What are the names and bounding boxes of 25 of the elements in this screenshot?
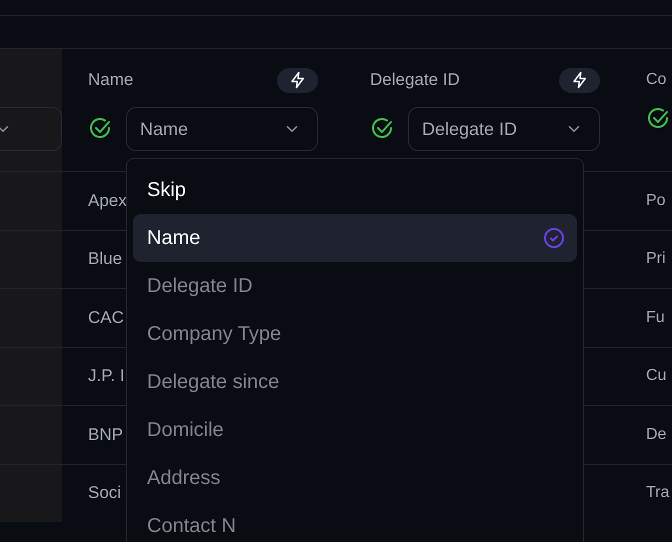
bolt-button[interactable] [277,68,318,92]
table-cell: BNP [88,424,123,445]
table-cell: Soci [88,483,122,504]
table-cell: CAC [88,308,124,328]
lightning-icon [288,71,306,89]
table-cell: Fu [646,308,665,327]
select-field[interactable] [0,107,62,151]
table-cell: Cu [646,367,666,386]
column-label: Co [646,71,666,89]
check-circle-icon [542,226,566,250]
table-cell: Tra [646,484,670,502]
table-cell: J.P. I [88,366,125,386]
table-cell: Pri [646,250,666,268]
table-cell: Blue [88,249,122,270]
bolt-button[interactable] [559,68,600,92]
table-cell: Apex [88,190,127,211]
dropdown-option[interactable]: Skip [133,166,577,214]
lightning-icon [570,71,588,89]
dropdown-option[interactable]: Name [133,214,577,262]
column-label: Delegate ID [370,70,460,90]
table-cell: De [646,426,666,444]
select-field[interactable]: Delegate ID [408,107,600,151]
select-field[interactable]: Name [126,107,318,151]
table-cell: Po [646,192,666,210]
column-label: Name [88,70,134,90]
